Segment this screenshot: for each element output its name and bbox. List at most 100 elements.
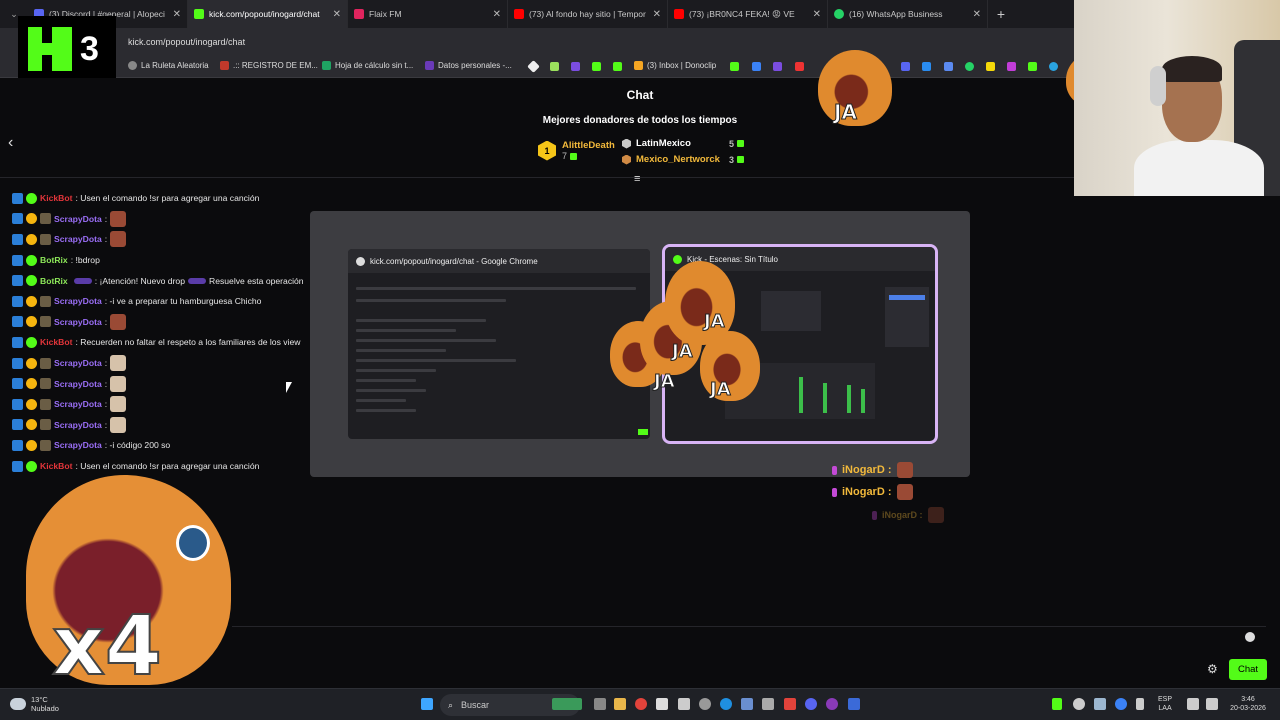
bookmark-icon[interactable]	[986, 62, 995, 71]
chat-message[interactable]: ScrapyDota:	[12, 373, 312, 394]
tab-flaix-fm[interactable]: Flaix FM ✕	[348, 0, 508, 28]
copilot-widget-icon[interactable]	[552, 698, 582, 710]
bluetooth-icon[interactable]	[1115, 698, 1127, 710]
send-chat-button[interactable]: Chat	[1229, 659, 1267, 680]
tab-kick-chat[interactable]: kick.com/popout/inogard/chat ✕	[188, 0, 348, 28]
chat-username[interactable]: ScrapyDota	[54, 358, 102, 368]
chat-username[interactable]: ScrapyDota	[54, 296, 102, 306]
address-bar[interactable]: kick.com/popout/inogard/chat	[0, 28, 1074, 56]
chat-message-owner[interactable]: iNogarD :	[832, 484, 913, 500]
close-tab-icon[interactable]: ✕	[653, 9, 661, 20]
chat-message[interactable]: ScrapyDota:	[12, 353, 312, 374]
whatsapp-bookmark-icon[interactable]	[965, 62, 974, 71]
file-explorer-icon[interactable]	[614, 698, 626, 710]
app-taskbar-icon[interactable]	[678, 698, 690, 710]
bookmark-registro[interactable]: .:: REGISTRO DE EM...	[220, 61, 318, 70]
chat-username[interactable]: BotRix	[40, 276, 68, 286]
tray-icon[interactable]	[1094, 698, 1106, 710]
task-view-icon[interactable]	[594, 698, 606, 710]
bookmark-icon[interactable]	[944, 62, 953, 71]
tab-whatsapp[interactable]: (16) WhatsApp Business ✕	[828, 0, 988, 28]
chat-username[interactable]: ScrapyDota	[54, 214, 102, 224]
tab-youtube-2[interactable]: (73) ¡BR0NC4 FEKA! 😡 VE ✕	[668, 0, 828, 28]
app-taskbar-icon[interactable]	[848, 698, 860, 710]
chat-message[interactable]: ScrapyDota: -i ve a preparar tu hamburgu…	[12, 291, 312, 312]
tray-icon[interactable]	[1052, 698, 1062, 710]
chat-username[interactable]: KickBot	[40, 193, 72, 203]
twitch-bookmark-icon[interactable]	[571, 62, 580, 71]
chat-message[interactable]: ScrapyDota:	[12, 394, 312, 415]
close-tab-icon[interactable]: ✕	[973, 9, 981, 20]
chat-input[interactable]	[232, 626, 1266, 650]
donor-row-3[interactable]: Mexico_Nertworck 3	[622, 154, 745, 165]
top-donor-first[interactable]: 1 AlittleDeath 7	[538, 140, 615, 161]
chat-message[interactable]: BotRix: !bdrop	[12, 250, 312, 271]
messenger-bookmark-icon[interactable]	[922, 62, 931, 71]
telegram-bookmark-icon[interactable]	[1049, 62, 1058, 71]
tray-icon[interactable]	[1073, 698, 1085, 710]
app-taskbar-icon[interactable]	[826, 698, 838, 710]
discord-bookmark-icon[interactable]	[901, 62, 910, 71]
chat-username[interactable]: BotRix	[40, 255, 68, 265]
discord-taskbar-icon[interactable]	[805, 698, 817, 710]
chat-filter-icon[interactable]: ≡	[634, 173, 640, 185]
chat-message[interactable]: ScrapyDota:	[12, 415, 312, 436]
chat-username[interactable]: ScrapyDota	[54, 234, 102, 244]
bookmark-donoclip[interactable]: (3) Inbox | Donoclip	[634, 61, 716, 70]
close-tab-icon[interactable]: ✕	[493, 9, 501, 20]
tab-youtube-1[interactable]: (73) Al fondo hay sitio | Tempor ✕	[508, 0, 668, 28]
app-taskbar-icon[interactable]	[656, 698, 668, 710]
chat-username[interactable]: ScrapyDota	[54, 379, 102, 389]
chrome-taskbar-icon[interactable]	[635, 698, 647, 710]
bookmark-hoja-calculo[interactable]: Hoja de cálculo sin t...	[322, 61, 413, 70]
twitch-bookmark-icon[interactable]	[773, 62, 782, 71]
chat-username[interactable]: ScrapyDota	[54, 317, 102, 327]
bookmark-icon[interactable]	[752, 62, 761, 71]
kick-bookmark-icon[interactable]	[613, 62, 622, 71]
close-tab-icon[interactable]: ✕	[333, 9, 341, 20]
kick-bookmark-icon[interactable]	[592, 62, 601, 71]
volume-icon[interactable]	[1206, 698, 1218, 710]
chat-username[interactable]: ScrapyDota	[54, 399, 102, 409]
clock[interactable]: 3:46 20-03-2026	[1224, 696, 1272, 714]
chat-message[interactable]: ScrapyDota: -i código 200 so	[12, 435, 312, 456]
bookmark-icon[interactable]	[1028, 62, 1037, 71]
language-indicator[interactable]: ESP LAA	[1158, 696, 1172, 714]
chat-message[interactable]: KickBot: Usen el comando !sr para agrega…	[12, 188, 312, 209]
bookmark-icon[interactable]	[795, 62, 804, 71]
app-taskbar-icon[interactable]	[762, 698, 774, 710]
donor-row-2[interactable]: LatinMexico 5	[622, 138, 745, 149]
bookmark-icon[interactable]	[730, 62, 739, 71]
network-icon[interactable]	[1187, 698, 1199, 710]
bookmark-icon[interactable]	[550, 62, 559, 71]
diamond-bookmark-icon[interactable]	[527, 60, 540, 73]
microphone-icon[interactable]	[1136, 698, 1144, 710]
chat-username[interactable]: ScrapyDota	[54, 420, 102, 430]
chat-username[interactable]: ScrapyDota	[54, 440, 102, 450]
bookmark-ruleta[interactable]: La Ruleta Aleatoria	[128, 61, 209, 70]
close-tab-icon[interactable]: ✕	[173, 9, 181, 20]
chat-message-owner[interactable]: iNogarD :	[832, 462, 913, 478]
emoji-icon[interactable]	[1245, 632, 1255, 642]
steam-taskbar-icon[interactable]	[741, 698, 753, 710]
chat-username[interactable]: KickBot	[40, 337, 72, 347]
chat-username[interactable]: KickBot	[40, 461, 72, 471]
app-taskbar-icon[interactable]	[699, 698, 711, 710]
chat-message[interactable]: ScrapyDota:	[12, 229, 312, 250]
chat-message[interactable]: ScrapyDota:	[12, 209, 312, 230]
weather-widget[interactable]: 13°C Nublado	[10, 695, 59, 713]
chat-message[interactable]: ScrapyDota:	[12, 312, 312, 333]
chat-message[interactable]: BotRix: ¡Atención! Nuevo drop Resuelve es…	[12, 270, 312, 291]
chat-message[interactable]: KickBot: Usen el comando !sr para agrega…	[12, 456, 312, 477]
close-tab-icon[interactable]: ✕	[813, 9, 821, 20]
bookmark-icon[interactable]	[1007, 62, 1016, 71]
app-taskbar-icon[interactable]	[784, 698, 796, 710]
bookmark-datos[interactable]: Datos personales -...	[425, 61, 512, 70]
back-arrow-icon[interactable]: ‹	[8, 134, 13, 152]
window-thumbnail-chrome[interactable]: kick.com/popout/inogard/chat - Google Ch…	[348, 249, 650, 439]
chat-message[interactable]: KickBot: Recuerden no faltar el respeto …	[12, 332, 312, 353]
gear-icon[interactable]: ⚙	[1207, 662, 1218, 676]
new-tab-button[interactable]: +	[988, 6, 1014, 22]
windows-start-icon[interactable]	[421, 698, 433, 710]
edge-taskbar-icon[interactable]	[720, 698, 732, 710]
